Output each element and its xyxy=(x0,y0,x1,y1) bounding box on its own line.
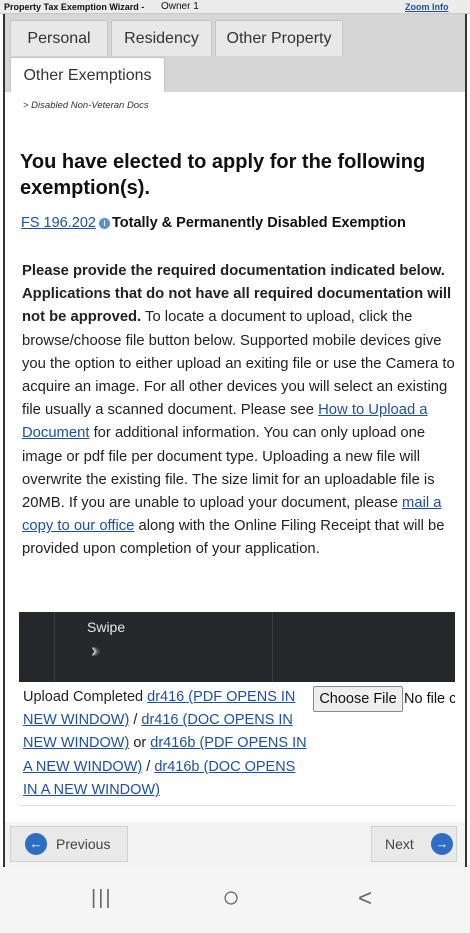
divider xyxy=(19,805,455,806)
tab-personal[interactable]: Personal xyxy=(10,20,108,56)
chevron-right-icon: ››› xyxy=(91,640,100,662)
page-title: You have elected to apply for the follow… xyxy=(20,151,426,199)
breadcrumb: > Disabled Non-Veteran Docs xyxy=(23,100,149,111)
arrow-left-icon: ← xyxy=(25,833,47,855)
wizard-frame: Personal Residency Other Property Other … xyxy=(3,14,467,867)
home-icon[interactable]: ○ xyxy=(222,881,240,915)
upload-prefix: Upload Completed xyxy=(23,689,148,705)
choose-file-button[interactable]: Choose File xyxy=(313,686,403,712)
tab-other-property[interactable]: Other Property xyxy=(215,20,343,56)
tab-residency[interactable]: Residency xyxy=(111,20,212,56)
recents-icon[interactable]: ||| xyxy=(91,887,113,910)
no-file-chosen-text: No file chosen xyxy=(404,691,455,707)
exemption-line: FS 196.202 i Totally & Permanently Disable… xyxy=(21,213,451,233)
instructions-text: Please provide the required documentatio… xyxy=(22,260,455,562)
tab-other-exemptions[interactable]: Other Exemptions xyxy=(10,57,165,92)
swipe-hint-bar[interactable]: Swipe ››› xyxy=(19,612,455,682)
next-button[interactable]: Next → xyxy=(371,826,457,862)
next-label: Next xyxy=(385,836,414,852)
wizard-nav: ← Previous Next → xyxy=(5,822,465,867)
statute-link[interactable]: FS 196.202 xyxy=(21,215,96,231)
zoom-info-link[interactable]: Zoom Info xyxy=(405,0,449,14)
info-icon[interactable]: i xyxy=(98,217,110,229)
tab-bar: Personal Residency Other Property Other … xyxy=(5,14,465,92)
owner-label: Owner 1 xyxy=(161,1,199,12)
back-icon[interactable]: < xyxy=(358,885,372,913)
previous-label: Previous xyxy=(56,836,111,852)
upload-separator: / xyxy=(129,712,142,729)
arrow-right-icon: → xyxy=(431,833,453,855)
upload-separator: / xyxy=(142,758,155,775)
exemption-name: Totally & Permanently Disabled Exemption xyxy=(111,215,406,231)
previous-button[interactable]: ← Previous xyxy=(10,826,128,862)
android-nav-bar: ||| ○ < xyxy=(0,867,470,933)
wizard-title: Property Tax Exemption Wizard - xyxy=(4,2,145,12)
upload-separator: or xyxy=(129,735,151,752)
wizard-header-bar: Property Tax Exemption Wizard - Owner 1 … xyxy=(0,0,470,14)
swipe-label: Swipe xyxy=(87,619,126,635)
swipe-column-divider xyxy=(19,612,55,682)
upload-instructions: Upload Completed dr416 (PDF OPENS IN NEW… xyxy=(23,686,313,802)
